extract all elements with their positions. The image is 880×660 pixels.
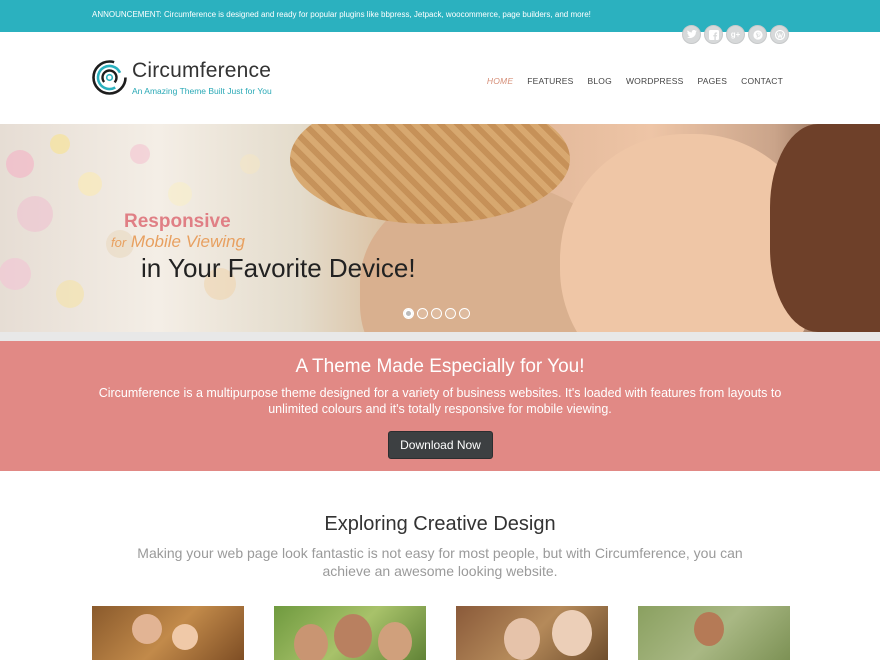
announcement-text: ANNOUNCEMENT: Circumference is designed … xyxy=(92,10,591,19)
nav-item-features[interactable]: FEATURES xyxy=(527,76,573,86)
section-text: Making your web page look fantastic is n… xyxy=(137,545,743,579)
hero-caption-line2: for Mobile Viewing xyxy=(111,232,245,251)
facebook-icon[interactable] xyxy=(704,25,723,44)
pinterest-icon[interactable] xyxy=(748,25,767,44)
twitter-icon[interactable] xyxy=(682,25,701,44)
thumbnail-2[interactable] xyxy=(274,606,426,660)
thumbnail-3[interactable] xyxy=(456,606,608,660)
slider-dot-1[interactable] xyxy=(403,308,414,319)
promo-title: A Theme Made Especially for You! xyxy=(295,356,585,377)
hero-caption-line1: Responsive xyxy=(124,211,231,232)
nav-item-wordpress[interactable]: WORDPRESS xyxy=(626,76,684,86)
thumbnail-4[interactable] xyxy=(638,606,790,660)
nav-item-pages[interactable]: PAGES xyxy=(697,76,727,86)
nav-item-blog[interactable]: BLOG xyxy=(588,76,612,86)
slider-dot-3[interactable] xyxy=(431,308,442,319)
promo-text: Circumference is a multipurpose theme de… xyxy=(98,386,782,416)
section-title: Exploring Creative Design xyxy=(324,513,556,535)
site-tagline: An Amazing Theme Built Just for You xyxy=(132,86,272,96)
slider-dot-4[interactable] xyxy=(445,308,456,319)
logo-mark[interactable] xyxy=(92,60,127,95)
download-button[interactable]: Download Now xyxy=(388,431,493,459)
main-nav: HOME FEATURES BLOG WORDPRESS PAGES CONTA… xyxy=(487,76,783,86)
nav-item-contact[interactable]: CONTACT xyxy=(741,76,783,86)
hero-divider xyxy=(0,332,880,341)
google-plus-icon[interactable]: g+ xyxy=(726,25,745,44)
hero-caption-line3: in Your Favorite Device! xyxy=(141,253,416,283)
social-icons: g+ xyxy=(682,25,789,44)
hero-hair-image xyxy=(770,124,880,332)
thumbnail-1[interactable] xyxy=(92,606,244,660)
slider-dot-2[interactable] xyxy=(417,308,428,319)
slider-dot-5[interactable] xyxy=(459,308,470,319)
slider-pagination xyxy=(403,308,470,319)
nav-item-home[interactable]: HOME xyxy=(487,76,513,86)
site-title[interactable]: Circumference xyxy=(132,59,271,83)
wordpress-icon[interactable] xyxy=(770,25,789,44)
